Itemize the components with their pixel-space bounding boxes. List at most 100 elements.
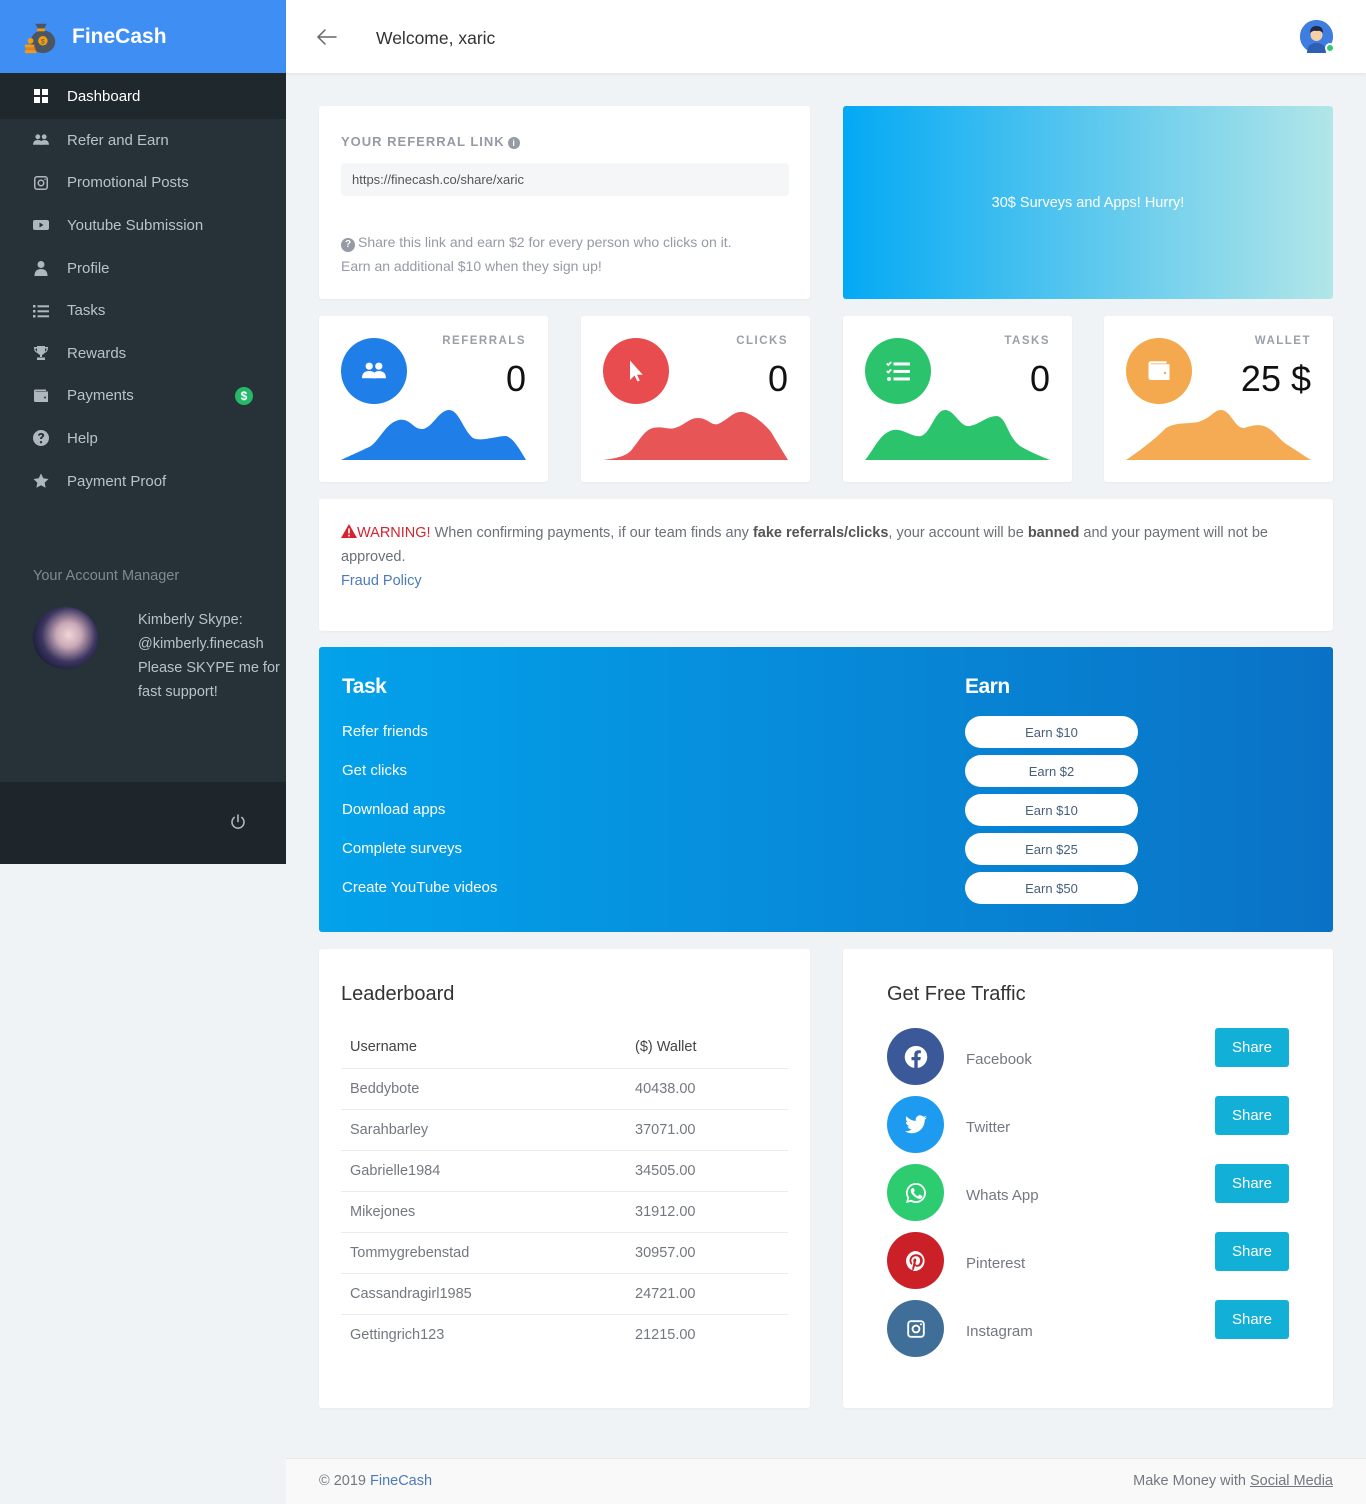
stat-label: TASKS <box>1004 335 1050 347</box>
username-cell: Sarahbarley <box>341 1109 626 1151</box>
social-name: Instagram <box>966 1323 1033 1340</box>
earn-button[interactable]: Earn $2 <box>965 755 1138 787</box>
task-item[interactable]: Refer friends <box>342 723 428 740</box>
wallet-cell: 21215.00 <box>635 1326 696 1343</box>
sidebar-item-payment-proof[interactable]: Payment Proof <box>0 460 286 503</box>
leaderboard-table: Username ($) Wallet Beddybote 40438.00 Sa… <box>341 1027 788 1355</box>
sidebar-item-profile[interactable]: Profile <box>0 247 286 290</box>
warning-text: WARNING! When confirming payments, if ou… <box>341 521 1311 569</box>
stat-label: WALLET <box>1254 335 1311 347</box>
info-icon[interactable]: i <box>507 137 520 149</box>
social-name: Whats App <box>966 1187 1039 1204</box>
share-whatsapp-button[interactable]: Share <box>1215 1164 1289 1203</box>
sidebar-item-refer-and-earn[interactable]: Refer and Earn <box>0 119 286 162</box>
power-icon[interactable] <box>229 813 247 831</box>
referral-label-text: YOUR REFERRAL LINK <box>341 134 505 149</box>
users-icon <box>362 362 386 379</box>
wallet-icon-circle <box>1126 338 1192 404</box>
share-instagram-button[interactable]: Share <box>1215 1300 1289 1339</box>
user-icon <box>32 259 50 277</box>
sidebar-item-label: Youtube Submission <box>67 216 204 234</box>
task-item[interactable]: Complete surveys <box>342 840 462 857</box>
social-media-link[interactable]: Social Media <box>1250 1473 1333 1489</box>
free-traffic-title: Get Free Traffic <box>887 983 1026 1005</box>
warning-card: WARNING! When confirming payments, if ou… <box>319 499 1333 631</box>
sidebar-nav: Dashboard Refer and Earn Promotional Pos… <box>0 73 286 502</box>
footer-copyright: © 2019 FineCash <box>319 1473 432 1489</box>
table-row: Sarahbarley 37071.00 <box>341 1109 788 1151</box>
sidebar-item-payments[interactable]: Payments $ <box>0 375 286 418</box>
earn-button[interactable]: Earn $10 <box>965 794 1138 826</box>
promo-banner[interactable]: 30$ Surveys and Apps! Hurry! <box>843 106 1333 299</box>
table-header-row: Username ($) Wallet <box>341 1027 788 1069</box>
wallet-cell: 37071.00 <box>626 1109 788 1151</box>
referral-label: YOUR REFERRAL LINK i <box>341 134 520 149</box>
payments-badge: $ <box>235 386 253 405</box>
facebook-icon-circle <box>887 1028 944 1085</box>
account-manager-title: Your Account Manager <box>33 568 180 584</box>
sidebar-item-tasks[interactable]: Tasks <box>0 289 286 332</box>
fraud-policy-link[interactable]: Fraud Policy <box>341 573 422 589</box>
sidebar-item-promotional-posts[interactable]: Promotional Posts <box>0 162 286 205</box>
share-twitter-button[interactable]: Share <box>1215 1096 1289 1135</box>
share-pinterest-button[interactable]: Share <box>1215 1232 1289 1271</box>
star-icon <box>32 472 50 490</box>
sidebar-item-label: Promotional Posts <box>67 174 189 192</box>
earn-button[interactable]: Earn $10 <box>965 716 1138 748</box>
instagram-icon <box>906 1319 925 1338</box>
wallet-cell: 31912.00 <box>626 1191 788 1233</box>
cursor-icon <box>630 360 643 382</box>
username-cell: Tommygrebenstad <box>341 1232 626 1274</box>
share-facebook-button[interactable]: Share <box>1215 1028 1289 1067</box>
warning-bold-part: banned <box>1027 525 1080 541</box>
sidebar-item-help[interactable]: Help <box>0 417 286 460</box>
pinterest-icon <box>905 1250 925 1271</box>
table-row: Gabrielle1984 34505.00 <box>341 1150 788 1192</box>
clicks-icon-circle <box>603 338 669 404</box>
youtube-icon <box>32 216 50 234</box>
warning-text-part: When confirming payments, if our team fi… <box>430 525 753 541</box>
stat-label: REFERRALS <box>442 335 526 347</box>
earn-button[interactable]: Earn $50 <box>965 872 1138 904</box>
username-cell: Cassandragirl1985 <box>341 1273 626 1315</box>
referrals-icon-circle <box>341 338 407 404</box>
task-item[interactable]: Create YouTube videos <box>342 879 497 896</box>
user-avatar[interactable] <box>1300 20 1335 53</box>
footer-brand-link[interactable]: FineCash <box>370 1473 432 1489</box>
sidebar-item-label: Payment Proof <box>67 472 167 490</box>
sidebar: $ FineCash Dashboard Refer and Earn Prom… <box>0 0 286 864</box>
username-cell: Mikejones <box>341 1191 626 1233</box>
stat-value: 0 <box>767 358 788 399</box>
sidebar-item-dashboard[interactable]: Dashboard <box>0 73 286 119</box>
stat-card-clicks: CLICKS 0 <box>581 316 810 482</box>
page-footer: © 2019 FineCash Make Money with Social M… <box>286 1458 1366 1504</box>
wallet-icon <box>32 387 50 405</box>
referral-link-input[interactable] <box>341 163 789 196</box>
twitter-icon-circle <box>887 1096 944 1153</box>
sidebar-item-youtube-submission[interactable]: Youtube Submission <box>0 204 286 247</box>
stat-card-wallet: WALLET 25 $ <box>1104 316 1333 482</box>
warning-icon <box>341 524 357 538</box>
stat-card-tasks: TASKS 0 <box>843 316 1072 482</box>
task-item[interactable]: Get clicks <box>342 762 407 779</box>
task-item[interactable]: Download apps <box>342 801 445 818</box>
back-arrow-icon[interactable] <box>316 26 338 48</box>
brand[interactable]: $ FineCash <box>0 0 286 73</box>
users-icon <box>32 131 50 149</box>
table-row: Tommygrebenstad 30957.00 <box>341 1232 788 1274</box>
clicks-sparkline <box>603 411 788 460</box>
referrals-sparkline <box>341 410 526 460</box>
table-row: Beddybote 40438.00 <box>341 1068 788 1110</box>
tagline-text: Make Money with <box>1133 1473 1250 1489</box>
dashboard-icon <box>32 87 50 105</box>
whatsapp-icon <box>905 1182 926 1203</box>
question-icon <box>32 429 50 447</box>
online-status-indicator <box>1325 43 1335 53</box>
sidebar-item-label: Payments <box>67 387 134 405</box>
wallet-cell: 30957.00 <box>626 1232 788 1274</box>
sidebar-item-label: Refer and Earn <box>67 131 169 149</box>
earn-button[interactable]: Earn $25 <box>965 833 1138 865</box>
referral-card: YOUR REFERRAL LINKi ?Share this link and… <box>319 106 810 299</box>
leaderboard-title: Leaderboard <box>341 983 455 1005</box>
sidebar-item-rewards[interactable]: Rewards <box>0 332 286 375</box>
